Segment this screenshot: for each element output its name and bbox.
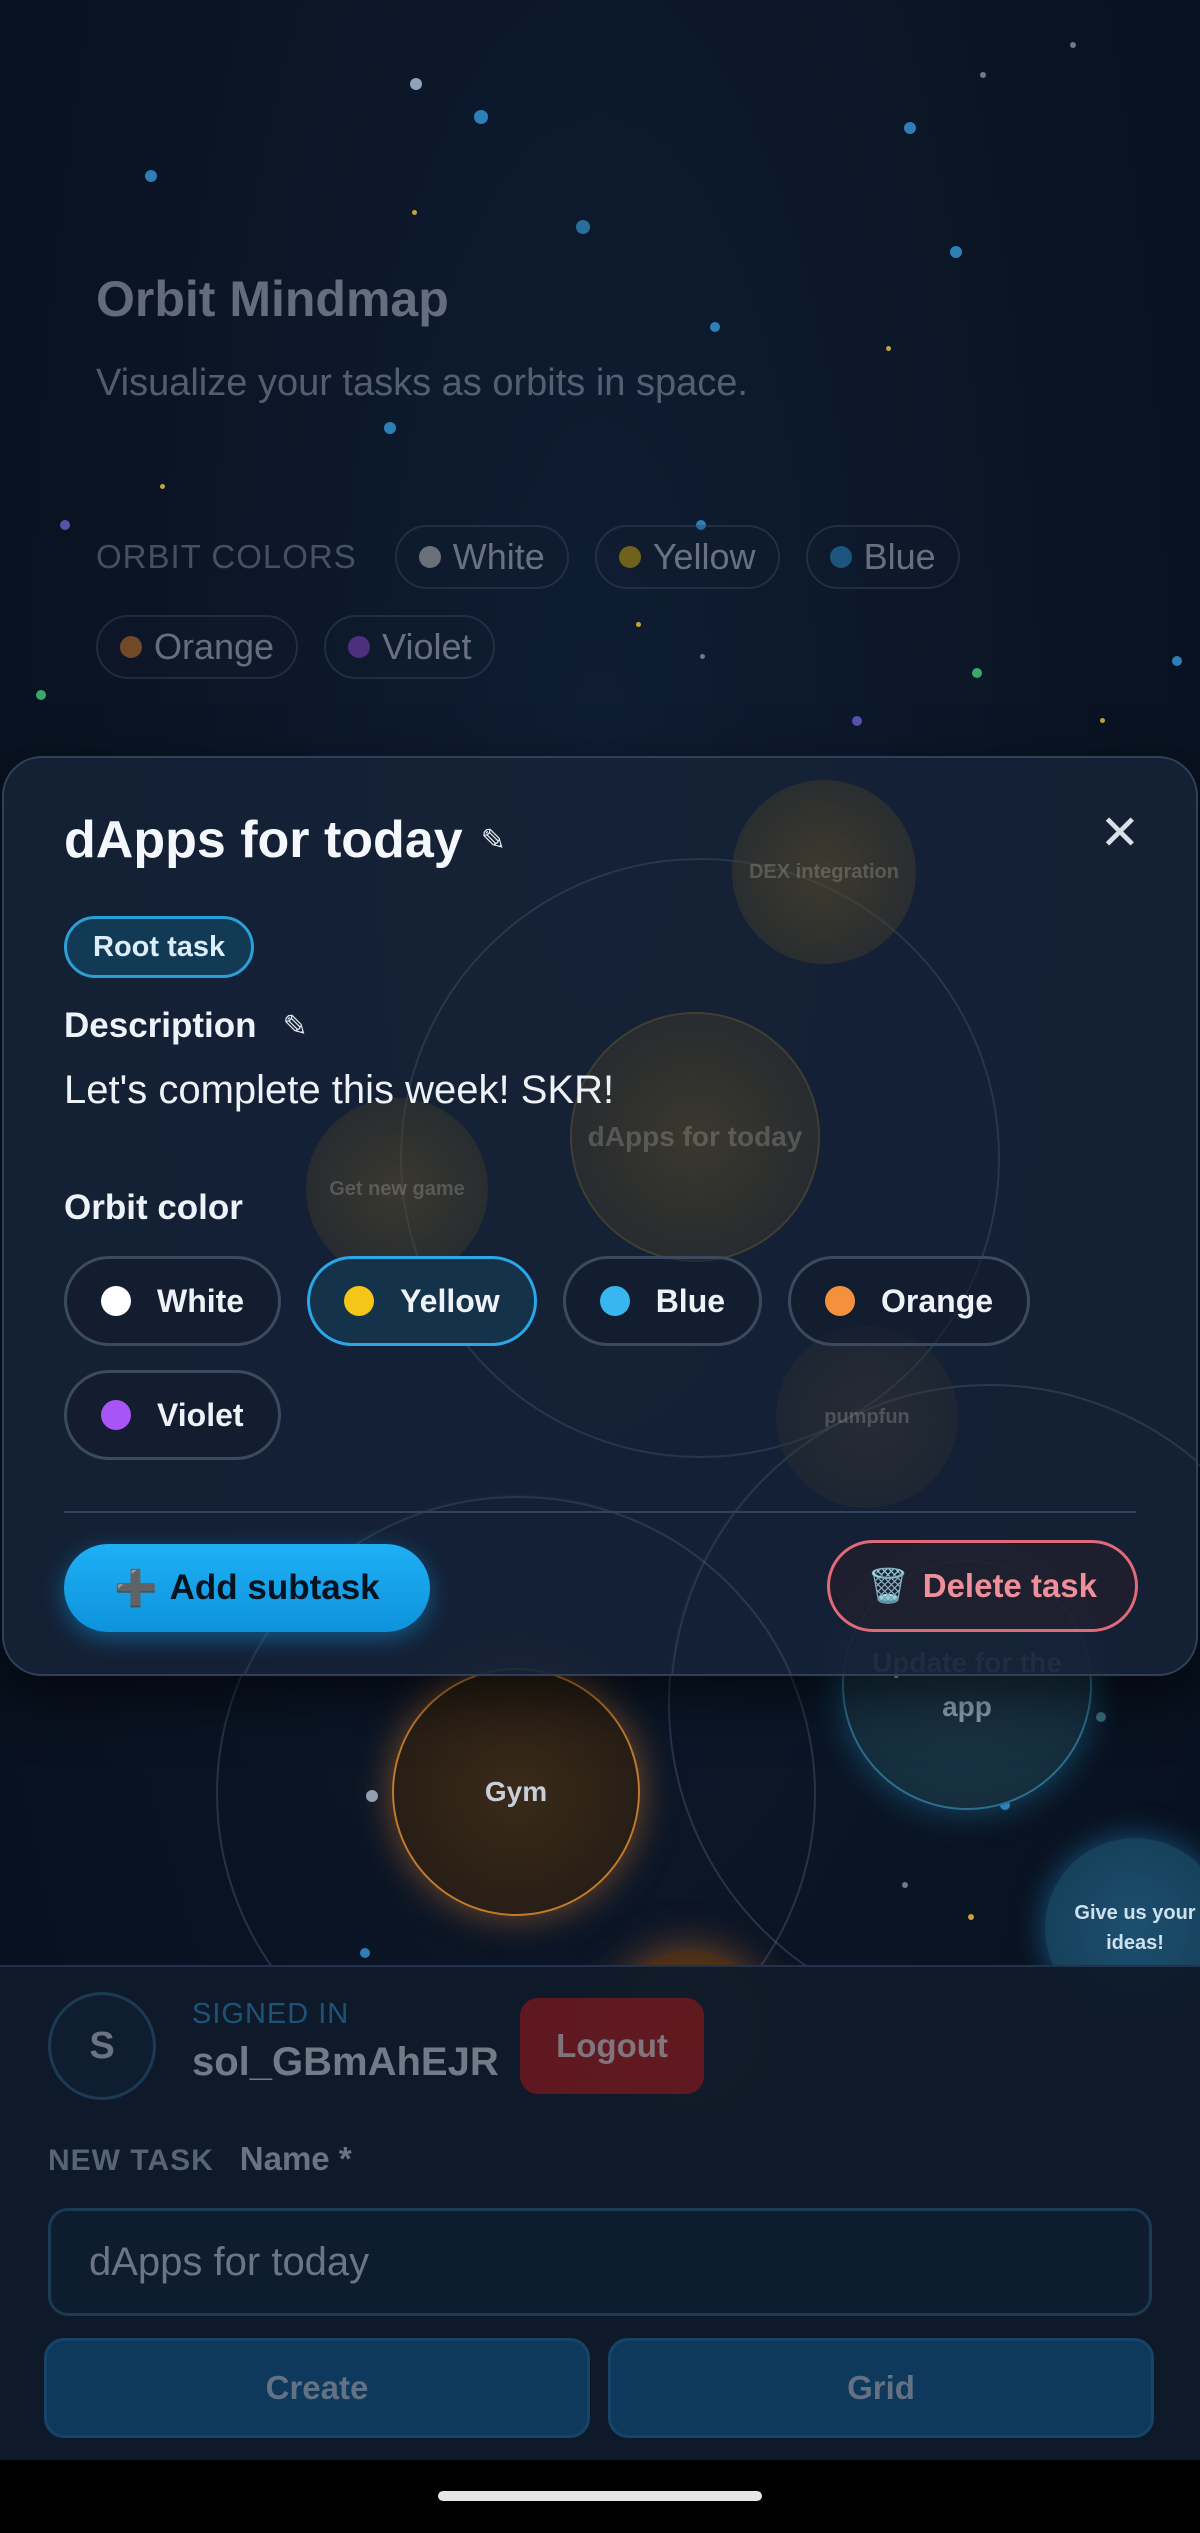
orange-dot-icon — [120, 636, 142, 658]
legend-chip-label: Blue — [863, 536, 936, 577]
description-label: Description — [64, 1006, 257, 1045]
orange-dot-icon — [825, 1286, 856, 1316]
root-task-badge: Root task — [64, 916, 255, 978]
home-indicator[interactable] — [438, 2491, 762, 2501]
legend-chip-label: Violet — [382, 626, 472, 667]
description-text: Let's complete this week! SKR! — [64, 1068, 615, 1112]
edit-title-pencil-icon[interactable]: ✎ — [481, 823, 506, 858]
legend-chip-orange: Orange — [96, 615, 299, 679]
color-option-label: Yellow — [400, 1282, 500, 1319]
legend-chip-white: White — [394, 525, 569, 589]
color-option-blue[interactable]: Blue — [562, 1256, 763, 1346]
edit-description-pencil-icon[interactable]: ✎ — [283, 1009, 308, 1044]
legend-chip-violet: Violet — [324, 615, 496, 679]
trash-icon: 🗑️ — [867, 1566, 909, 1604]
signed-in-label: SIGNED IN — [192, 1998, 350, 2030]
color-option-label: Violet — [157, 1396, 244, 1433]
yellow-dot-icon — [618, 546, 641, 568]
white-dot-icon — [418, 546, 441, 568]
color-option-white[interactable]: White — [64, 1256, 282, 1346]
legend-label: ORBIT COLORS — [96, 538, 357, 575]
task-detail-modal: DEX integration dApps for today Get new … — [2, 756, 1198, 1676]
orbit-color-label: Orbit color — [64, 1188, 243, 1227]
color-option-yellow[interactable]: Yellow — [307, 1256, 537, 1346]
violet-dot-icon — [348, 636, 371, 658]
blue-dot-icon — [599, 1286, 630, 1316]
logout-button[interactable]: Logout — [520, 1998, 704, 2094]
app-subtitle: Visualize your tasks as orbits in space. — [96, 362, 748, 404]
blue-dot-icon — [829, 546, 852, 568]
color-option-label: Blue — [655, 1282, 726, 1319]
delete-task-label: Delete task — [922, 1567, 1097, 1604]
add-subtask-label: Add subtask — [169, 1568, 380, 1607]
legend-chip-yellow: Yellow — [594, 525, 780, 589]
legend-chip-label: Orange — [154, 626, 275, 667]
add-subtask-button[interactable]: ➕ Add subtask — [64, 1544, 430, 1632]
color-option-orange[interactable]: Orange — [788, 1256, 1031, 1346]
modal-title: dApps for today — [64, 811, 463, 869]
legend-chip-label: Yellow — [652, 536, 756, 577]
app-header: Orbit Mindmap Visualize your tasks as or… — [96, 270, 748, 405]
plus-icon: ➕ — [114, 1568, 158, 1608]
violet-dot-icon — [101, 1400, 131, 1430]
new-task-header: NEW TASK Name * — [48, 2140, 352, 2178]
yellow-dot-icon — [344, 1286, 375, 1316]
app-root: Orbit Mindmap Visualize your tasks as or… — [0, 0, 1200, 2533]
delete-task-button[interactable]: 🗑️ Delete task — [826, 1540, 1138, 1632]
orbit-colors-legend: ORBIT COLORS White Yellow Blue Orange Vi… — [96, 525, 1096, 705]
white-dot-icon — [101, 1286, 131, 1316]
username: sol_GBmAhEJR — [192, 2040, 499, 2084]
avatar: S — [48, 1992, 156, 2100]
close-icon[interactable]: ✕ — [1100, 810, 1140, 858]
legend-chip-blue: Blue — [805, 525, 960, 589]
color-option-violet[interactable]: Violet — [64, 1370, 281, 1460]
grid-button[interactable]: Grid — [608, 2338, 1154, 2438]
new-task-label: NEW TASK — [48, 2144, 214, 2177]
app-title: Orbit Mindmap — [96, 271, 449, 327]
modal-divider — [64, 1511, 1136, 1513]
color-option-label: White — [157, 1282, 245, 1319]
task-name-input[interactable] — [48, 2208, 1152, 2316]
orbit-color-options: White Yellow Blue Orange Violet — [64, 1256, 1144, 1460]
legend-chip-label: White — [452, 536, 545, 577]
color-option-label: Orange — [881, 1282, 994, 1319]
task-node-gym[interactable]: Gym — [392, 1668, 640, 1916]
name-field-label: Name * — [239, 2140, 352, 2177]
create-button[interactable]: Create — [44, 2338, 590, 2438]
